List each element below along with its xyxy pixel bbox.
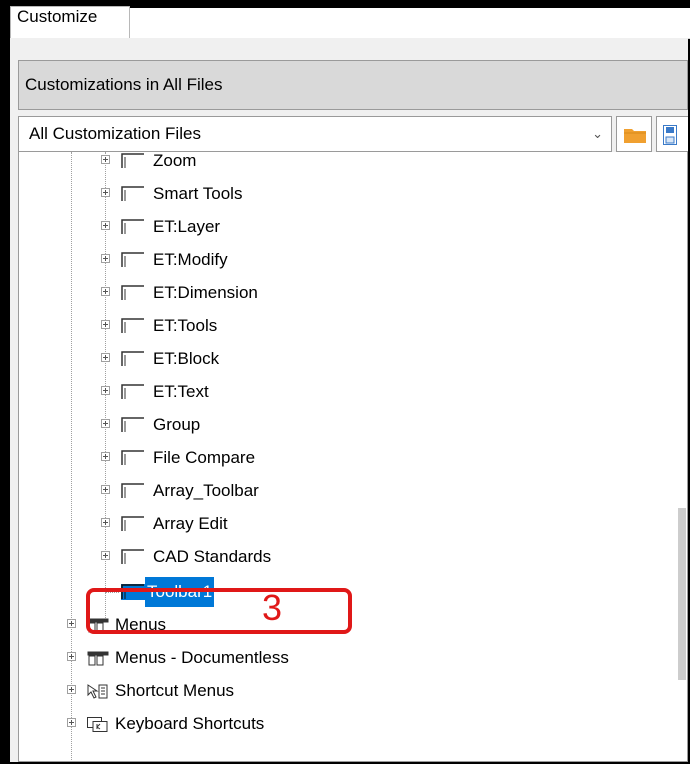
save-file-button[interactable] bbox=[656, 116, 688, 152]
tree-node-label: ET:Tools bbox=[153, 316, 218, 335]
shortcut-menus-icon bbox=[87, 684, 108, 699]
tree-node-label: Shortcut Menus bbox=[115, 681, 235, 700]
tree-node-label: File Compare bbox=[153, 448, 256, 467]
expand-icon[interactable] bbox=[67, 685, 76, 694]
tree-node-label: Menus - Documentless bbox=[115, 648, 289, 667]
expand-icon[interactable] bbox=[67, 652, 76, 661]
customization-tree[interactable]: Zoom Smart Tools ET:Layer ET:Modify ET:D… bbox=[18, 152, 688, 762]
tree-node-label: CAD Standards bbox=[153, 547, 272, 566]
tree-node-label: Array Edit bbox=[153, 514, 228, 533]
keyboard-shortcuts-icon bbox=[87, 717, 108, 732]
customize-panel: Customizations in All Files All Customiz… bbox=[10, 38, 688, 762]
expand-icon[interactable] bbox=[101, 485, 110, 494]
expand-icon[interactable] bbox=[101, 287, 110, 296]
tree-scrollbar[interactable] bbox=[675, 152, 687, 761]
toolbar-icon bbox=[121, 219, 144, 234]
toolbar-icon bbox=[121, 516, 144, 531]
tree-node-label: ET:Block bbox=[153, 349, 220, 368]
expand-icon[interactable] bbox=[101, 188, 110, 197]
annotation-highlight-box bbox=[86, 588, 352, 634]
expand-icon[interactable] bbox=[101, 221, 110, 230]
tree-node-label: ET:Modify bbox=[153, 250, 228, 269]
tree-node-label: Array_Toolbar bbox=[153, 481, 259, 500]
toolbar-icon bbox=[121, 318, 144, 333]
toolbar-icon bbox=[121, 252, 144, 267]
expand-icon[interactable] bbox=[101, 386, 110, 395]
tree-node-label: Group bbox=[153, 415, 201, 434]
toolbar-icon bbox=[121, 483, 144, 498]
folder-icon bbox=[624, 129, 646, 143]
tree-node-label: Keyboard Shortcuts bbox=[115, 714, 265, 733]
expand-icon[interactable] bbox=[101, 353, 110, 362]
customizations-header: Customizations in All Files bbox=[18, 60, 688, 110]
expand-icon[interactable] bbox=[101, 320, 110, 329]
toolbar-icon bbox=[121, 285, 144, 300]
toolbar-icon bbox=[121, 186, 144, 201]
toolbar-icon bbox=[121, 549, 144, 564]
dropdown-value: All Customization Files bbox=[29, 124, 201, 143]
tree-node-label: Zoom bbox=[153, 152, 197, 170]
toolbar-icon bbox=[121, 153, 144, 168]
customization-files-dropdown[interactable]: All Customization Files ⌄ bbox=[18, 116, 612, 152]
tab-customize[interactable]: Customize bbox=[10, 6, 130, 38]
tree-node-label: Smart Tools bbox=[153, 184, 243, 203]
tab-strip: Customize bbox=[10, 6, 690, 39]
tree-node-label: ET:Layer bbox=[153, 217, 221, 236]
expand-icon[interactable] bbox=[101, 419, 110, 428]
chevron-down-icon: ⌄ bbox=[592, 126, 603, 141]
tree-guide-line bbox=[71, 152, 72, 760]
expand-icon[interactable] bbox=[101, 518, 110, 527]
toolbar-icon bbox=[121, 351, 144, 366]
menus-icon bbox=[87, 651, 109, 666]
expand-icon[interactable] bbox=[101, 551, 110, 560]
expand-icon[interactable] bbox=[101, 155, 110, 164]
expand-icon[interactable] bbox=[101, 254, 110, 263]
scrollbar-thumb[interactable] bbox=[678, 508, 686, 680]
expand-icon[interactable] bbox=[101, 452, 110, 461]
save-icon bbox=[663, 125, 677, 145]
tree-node-label: ET:Text bbox=[153, 382, 209, 401]
toolbar-icon bbox=[121, 450, 144, 465]
open-file-button[interactable] bbox=[616, 116, 652, 152]
expand-icon[interactable] bbox=[67, 718, 76, 727]
expand-icon[interactable] bbox=[67, 619, 76, 628]
tree-node-label: ET:Dimension bbox=[153, 283, 258, 302]
toolbar-icon bbox=[121, 417, 144, 432]
toolbar-icon bbox=[121, 384, 144, 399]
annotation-step-number: 3 bbox=[262, 587, 283, 628]
